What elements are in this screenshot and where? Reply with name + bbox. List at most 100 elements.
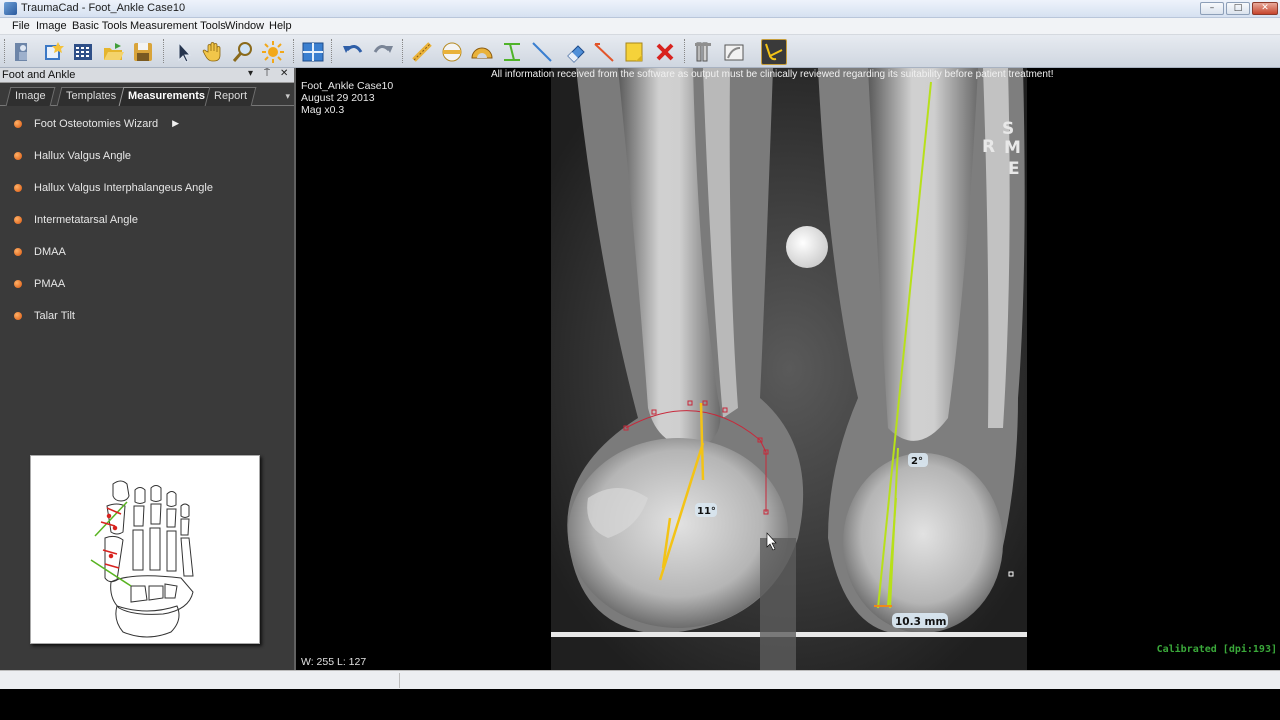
bullet-icon xyxy=(14,312,22,320)
window-level: W: 255 L: 127 xyxy=(301,656,367,668)
new-icon[interactable] xyxy=(40,39,66,65)
bullet-icon xyxy=(14,184,22,192)
note-icon[interactable] xyxy=(621,39,647,65)
svg-text:10.3 mm: 10.3 mm xyxy=(895,616,947,628)
measurement-item[interactable]: Talar Tilt xyxy=(14,308,75,324)
svg-text:M: M xyxy=(1004,138,1021,158)
measurement-item[interactable]: Intermetatarsal Angle xyxy=(14,212,138,228)
protractor-icon[interactable] xyxy=(469,39,495,65)
tabs-overflow-icon[interactable]: ▾ xyxy=(285,92,290,102)
menu-measurement-tools[interactable]: Measurement Tools xyxy=(130,20,226,32)
bullet-icon xyxy=(14,120,22,128)
toolbar-separator xyxy=(684,39,687,63)
toolbar-separator xyxy=(163,39,166,63)
patient-icon[interactable] xyxy=(10,39,36,65)
bullet-icon xyxy=(14,216,22,224)
hand-pan-icon[interactable] xyxy=(200,39,226,65)
menu-window[interactable]: Window xyxy=(225,20,264,32)
layout-icon[interactable] xyxy=(300,39,326,65)
line-icon[interactable] xyxy=(529,39,555,65)
pointer-icon[interactable] xyxy=(170,39,196,65)
app-icon xyxy=(4,2,17,15)
case-date: August 29 2013 xyxy=(301,92,375,104)
toolbar-separator xyxy=(331,39,334,63)
measurement-item[interactable]: Hallux Valgus Angle xyxy=(14,148,131,164)
template-icon[interactable] xyxy=(721,39,747,65)
measurement-item[interactable]: Hallux Valgus Interphalangeus Angle xyxy=(14,180,213,196)
measurement-label: Hallux Valgus Angle xyxy=(34,150,132,162)
foot-tool-icon[interactable] xyxy=(761,39,787,65)
circle-icon[interactable] xyxy=(439,39,465,65)
menu-basic-tools[interactable]: Basic Tools xyxy=(72,20,127,32)
ruler-icon[interactable] xyxy=(409,39,435,65)
status-separator xyxy=(399,673,400,688)
toolbar-separator xyxy=(293,39,296,63)
clinical-disclaimer: All information received from the softwa… xyxy=(491,69,1054,80)
measurement-item[interactable]: Foot Osteotomies Wizard ▶ xyxy=(14,116,179,132)
panel-menu-icon[interactable]: ▾ xyxy=(248,68,253,79)
zoom-icon[interactable] xyxy=(230,39,256,65)
window-title: TraumaCad - Foot_Ankle Case10 xyxy=(21,2,186,14)
delete-icon[interactable] xyxy=(652,39,678,65)
undo-icon[interactable] xyxy=(340,39,366,65)
menu-file[interactable]: File xyxy=(12,20,30,32)
implant-icon[interactable] xyxy=(691,39,717,65)
measurement-item[interactable]: DMAA xyxy=(14,244,66,260)
eraser-icon[interactable] xyxy=(563,39,589,65)
svg-text:R: R xyxy=(982,137,995,157)
panel-header: Foot and Ankle ▾ ⍑ ✕ xyxy=(0,68,294,83)
main-toolbar xyxy=(0,35,1280,68)
minimize-button[interactable]: – xyxy=(1200,2,1224,15)
open-folder-icon[interactable] xyxy=(100,39,126,65)
right-calcaneus xyxy=(843,453,1003,633)
bullet-icon xyxy=(14,248,22,256)
angle-label-left[interactable]: 11° xyxy=(695,503,717,517)
xray-image[interactable]: 11° 2° 10.3 mm S R M E xyxy=(298,68,1280,670)
menu-help[interactable]: Help xyxy=(269,20,292,32)
menu-image[interactable]: Image xyxy=(36,20,67,32)
save-icon[interactable] xyxy=(130,39,156,65)
foot-skeleton-preview xyxy=(30,455,260,644)
foot-ankle-panel: Foot and Ankle ▾ ⍑ ✕ Image Templates Mea… xyxy=(0,68,296,670)
svg-text:E: E xyxy=(1008,159,1020,179)
xray-viewer[interactable]: 11° 2° 10.3 mm S R M E Foot_Ankle Case10… xyxy=(298,68,1280,670)
title-bar: TraumaCad - Foot_Ankle Case10 – □ ✕ xyxy=(0,0,1280,18)
tab-templates[interactable]: Templates xyxy=(56,87,126,106)
foot-skeleton-illustration xyxy=(90,480,194,638)
menu-bar: File Image Basic Tools Measurement Tools… xyxy=(0,18,1280,35)
status-bar xyxy=(0,670,1280,689)
case-name: Foot_Ankle Case10 xyxy=(301,80,394,92)
measurement-label: PMAA xyxy=(34,278,66,290)
maximize-button[interactable]: □ xyxy=(1226,2,1250,15)
close-button[interactable]: ✕ xyxy=(1252,2,1278,15)
panel-title: Foot and Ankle xyxy=(2,69,76,81)
svg-text:S: S xyxy=(1002,119,1014,139)
measurement-item[interactable]: PMAA xyxy=(14,276,65,292)
parallel-lines-icon[interactable] xyxy=(499,39,525,65)
panel-tabs: Image Templates Measurements Report xyxy=(0,84,294,106)
panel-close-icon[interactable]: ✕ xyxy=(280,68,288,79)
measurement-label: Foot Osteotomies Wizard xyxy=(34,118,159,130)
expand-arrow-icon[interactable]: ▶ xyxy=(172,119,179,129)
grid-icon[interactable] xyxy=(70,39,96,65)
measurement-label: Hallux Valgus Interphalangeus Angle xyxy=(34,182,213,194)
tab-report[interactable]: Report xyxy=(204,87,257,106)
tab-image[interactable]: Image xyxy=(5,87,55,106)
svg-text:2°: 2° xyxy=(911,456,923,467)
tab-measurements[interactable]: Measurements xyxy=(118,87,215,106)
brightness-icon[interactable] xyxy=(260,39,286,65)
pin-icon[interactable]: ⍑ xyxy=(264,68,270,79)
redo-icon[interactable] xyxy=(370,39,396,65)
bullet-icon xyxy=(14,152,22,160)
calibration-marker xyxy=(786,226,828,268)
measurement-label: Intermetatarsal Angle xyxy=(34,214,138,226)
calibration-status: Calibrated [dpi:193] xyxy=(1156,644,1277,655)
angle-label-right[interactable]: 2° xyxy=(908,453,928,467)
svg-text:11°: 11° xyxy=(697,506,716,517)
measurement-label: DMAA xyxy=(34,246,66,258)
toolbar-grip[interactable] xyxy=(4,39,7,63)
distance-label[interactable]: 10.3 mm xyxy=(892,613,948,628)
traumacad-window: TraumaCad - Foot_Ankle Case10 – □ ✕ File… xyxy=(0,0,1280,720)
angle-line-icon[interactable] xyxy=(591,39,617,65)
magnification: Mag x0.3 xyxy=(301,104,345,116)
